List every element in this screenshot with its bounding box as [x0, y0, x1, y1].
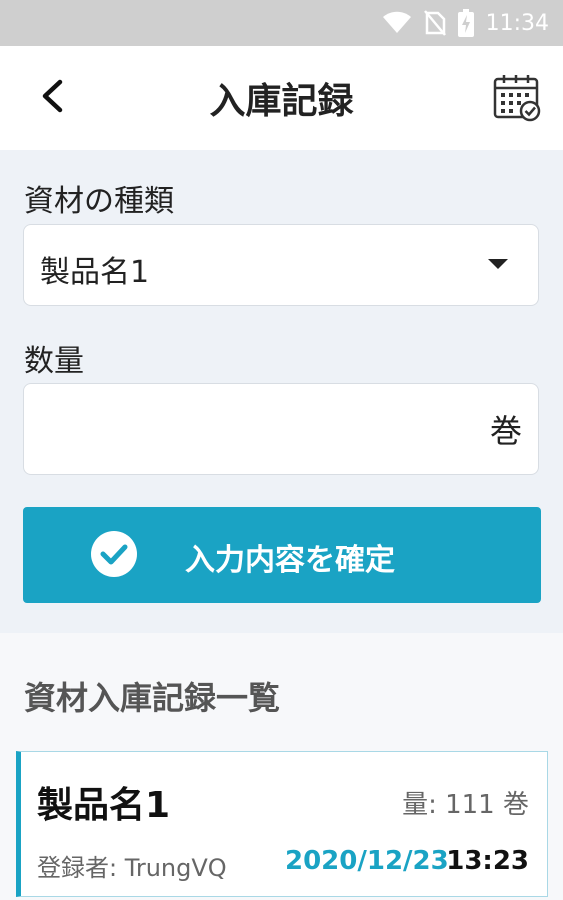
- record-card[interactable]: 製品名1 量: 111 巻 登録者: TrungVQ 2020/12/23 13…: [16, 751, 548, 897]
- quantity-label: 数量: [24, 344, 84, 379]
- material-type-value: 製品名1: [40, 255, 150, 290]
- record-product-name: 製品名1: [37, 785, 171, 826]
- status-bar: 11:34: [0, 0, 563, 46]
- record-list-section: 資材入庫記録一覧 製品名1 量: 111 巻 登録者: TrungVQ 2020…: [0, 633, 563, 900]
- material-type-label: 資材の種類: [24, 184, 174, 219]
- calendar-button[interactable]: [492, 72, 542, 122]
- app-bar: 入庫記録: [0, 46, 563, 150]
- record-quantity: 量: 111 巻: [402, 790, 529, 820]
- record-date: 2020/12/23: [285, 846, 449, 876]
- quantity-unit: 巻: [489, 412, 522, 450]
- record-time: 13:23: [446, 846, 529, 876]
- confirm-button-label: 入力内容を確定: [185, 543, 395, 578]
- no-sim-icon: [423, 10, 446, 36]
- record-list-title: 資材入庫記録一覧: [24, 679, 281, 717]
- page-title: 入庫記録: [209, 81, 354, 122]
- check-circle-icon: [91, 531, 137, 577]
- wifi-icon: [382, 11, 411, 33]
- battery-charging-icon: [457, 9, 474, 37]
- dropdown-caret-icon: [488, 259, 508, 269]
- confirm-button[interactable]: 入力内容を確定: [23, 507, 541, 603]
- calendar-check-icon: [493, 75, 541, 122]
- quantity-input[interactable]: 巻: [23, 383, 539, 475]
- entry-form: 資材の種類 製品名1 数量 巻 入力内容を確定: [0, 150, 563, 633]
- record-registrant: 登録者: TrungVQ: [37, 854, 227, 882]
- status-time: 11:34: [485, 10, 549, 36]
- material-type-select[interactable]: 製品名1: [23, 224, 539, 306]
